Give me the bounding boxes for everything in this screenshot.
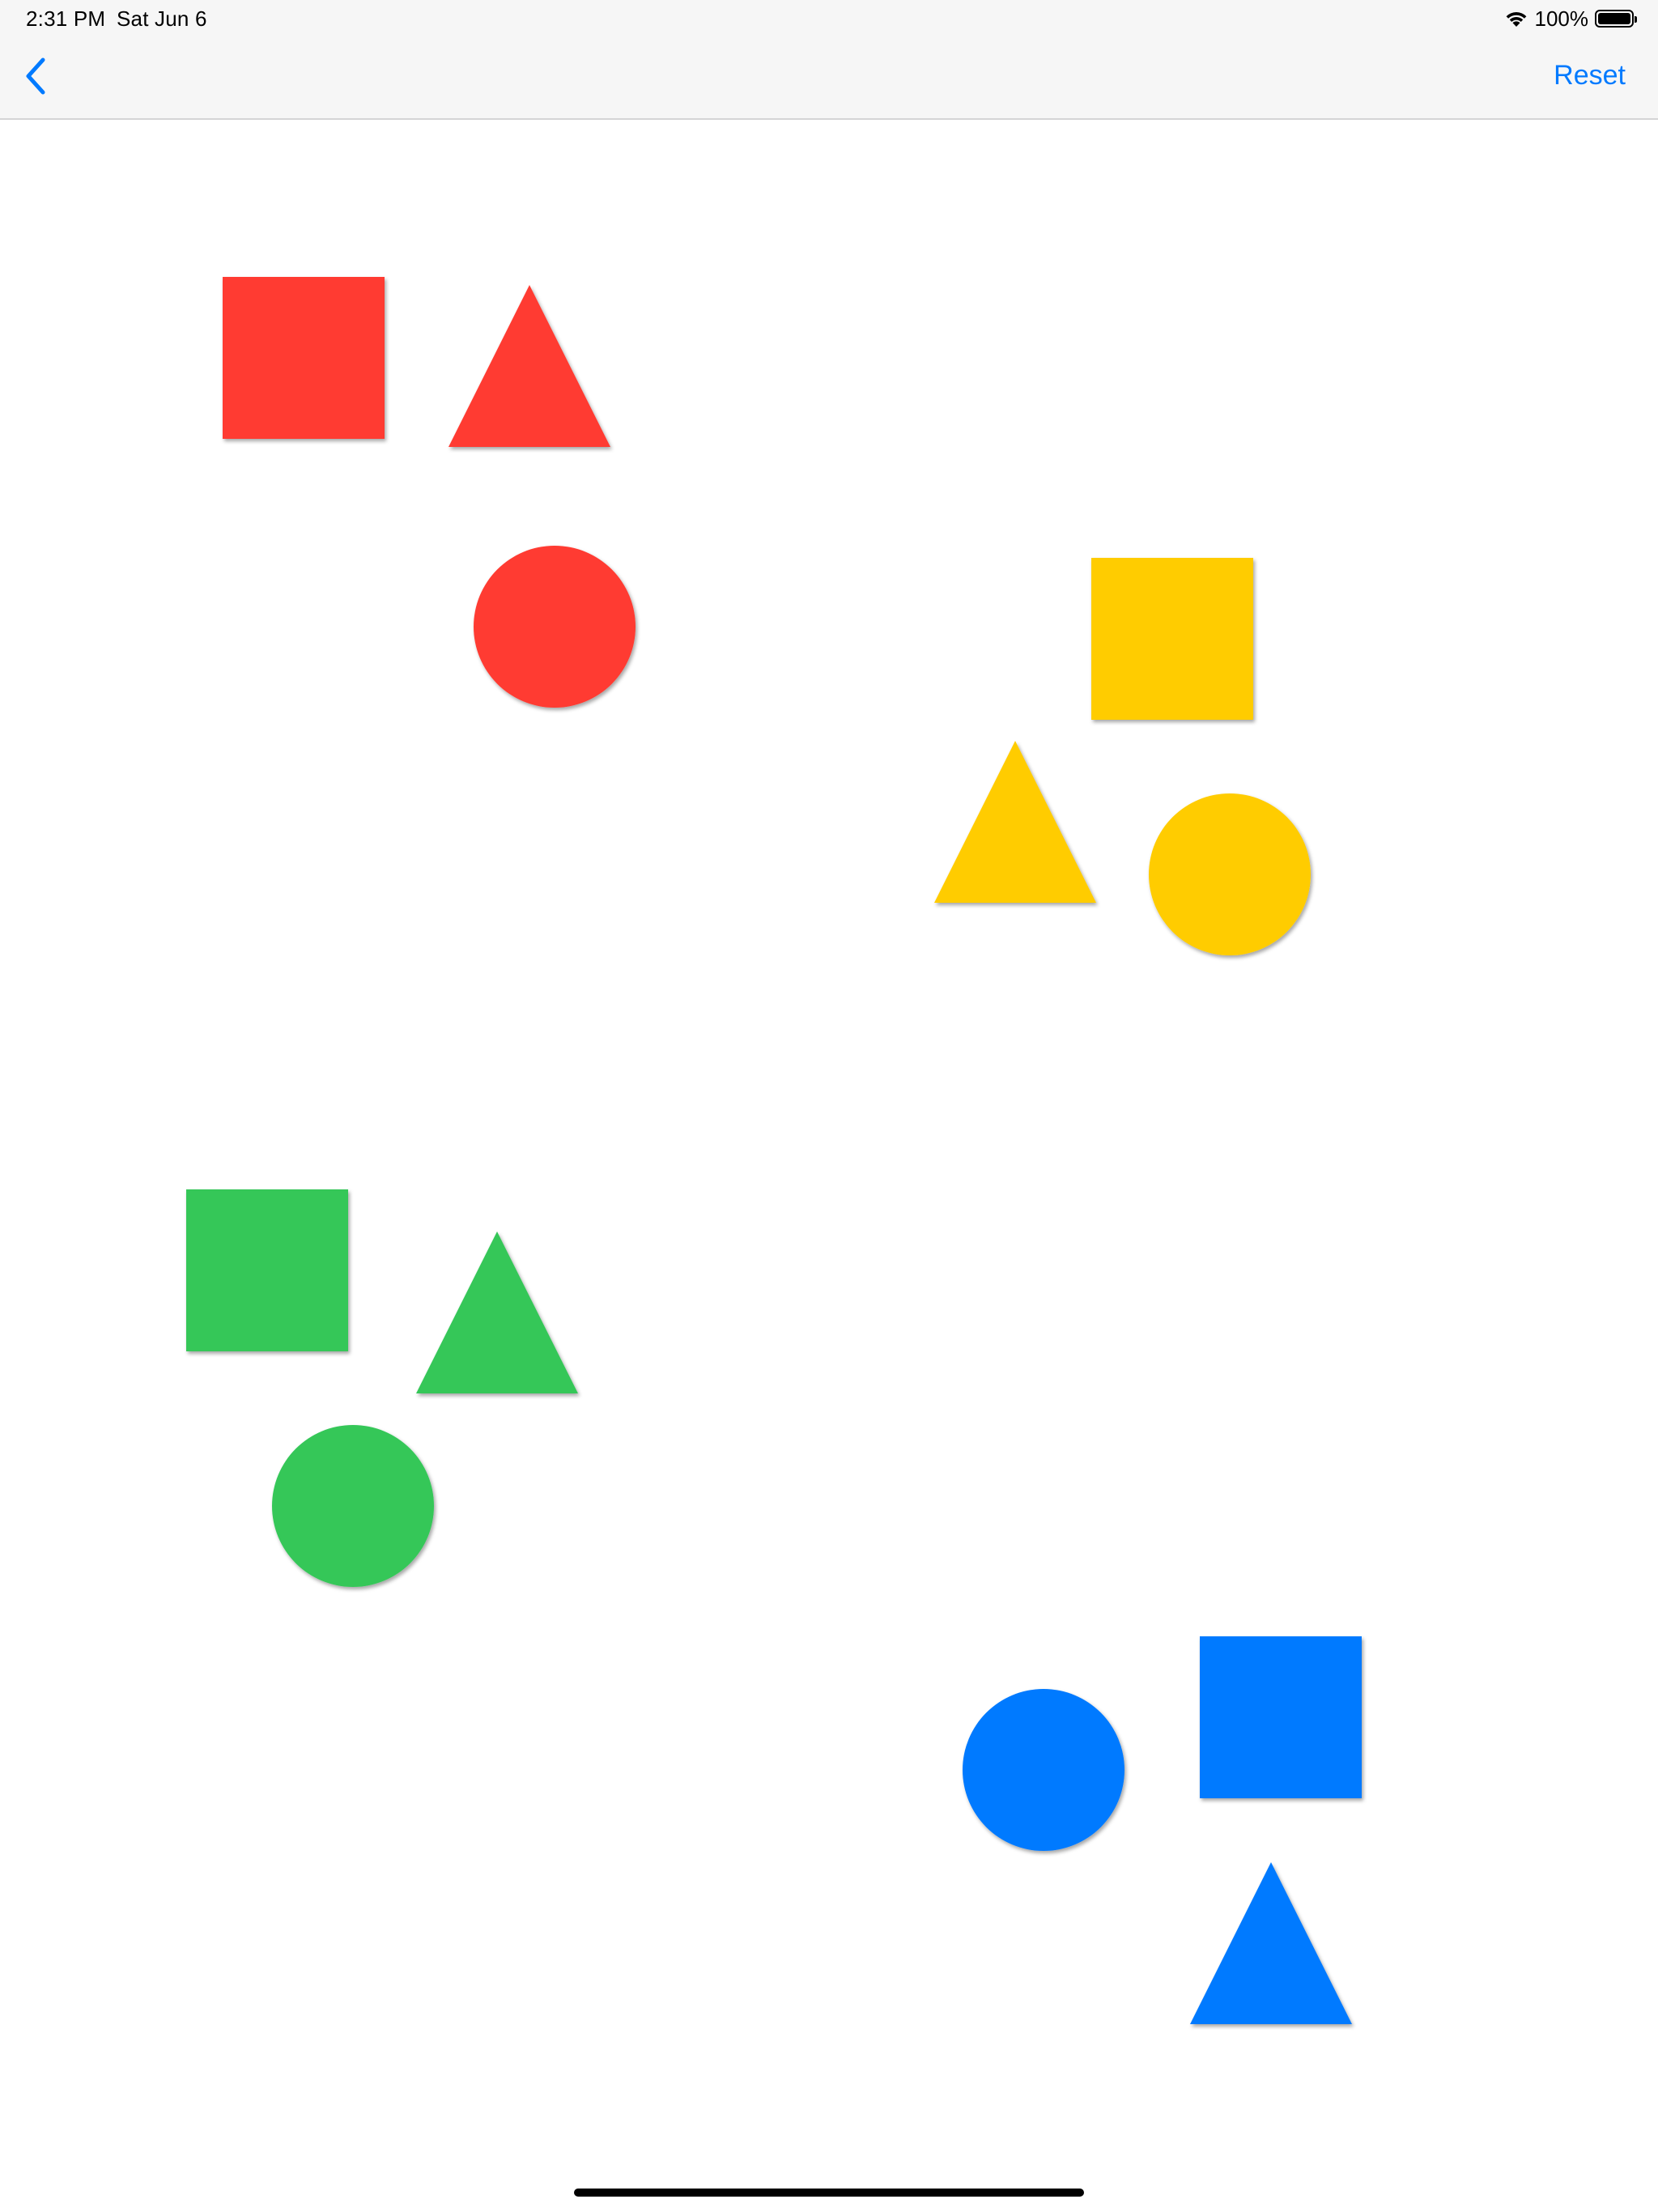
status-date: Sat Jun 6 xyxy=(117,6,207,31)
battery-level xyxy=(1598,13,1630,24)
shapes-layer xyxy=(186,277,1362,2024)
chevron-left-icon xyxy=(26,57,45,95)
green-triangle-shape[interactable] xyxy=(416,1231,578,1393)
blue-square-shape[interactable] xyxy=(1200,1636,1362,1798)
battery-percent: 100% xyxy=(1534,6,1589,31)
blue-circle-shape[interactable] xyxy=(963,1689,1124,1851)
blue-triangle-shape[interactable] xyxy=(1190,1862,1352,2024)
top-bar: 2:31 PM Sat Jun 6 100% Reset xyxy=(0,0,1658,120)
yellow-circle-shape[interactable] xyxy=(1149,793,1311,955)
shapes-canvas xyxy=(0,120,1658,2212)
status-time: 2:31 PM xyxy=(26,6,106,31)
red-triangle-shape[interactable] xyxy=(449,285,610,447)
battery-icon xyxy=(1595,10,1637,28)
reset-button[interactable]: Reset xyxy=(1554,60,1626,91)
wifi-icon xyxy=(1506,12,1526,27)
yellow-square-shape[interactable] xyxy=(1091,558,1253,720)
red-square-shape[interactable] xyxy=(223,277,385,439)
screen: 2:31 PM Sat Jun 6 100% Reset xyxy=(0,0,1658,2212)
yellow-triangle-shape[interactable] xyxy=(934,741,1096,903)
navigation-bar: Reset xyxy=(0,36,1658,120)
status-bar: 2:31 PM Sat Jun 6 100% xyxy=(0,0,1658,36)
green-circle-shape[interactable] xyxy=(272,1425,434,1587)
status-indicators: 100% xyxy=(1504,6,1637,31)
red-circle-shape[interactable] xyxy=(474,546,636,708)
home-indicator[interactable] xyxy=(574,2189,1084,2197)
green-square-shape[interactable] xyxy=(186,1189,348,1351)
back-button[interactable] xyxy=(11,52,60,100)
